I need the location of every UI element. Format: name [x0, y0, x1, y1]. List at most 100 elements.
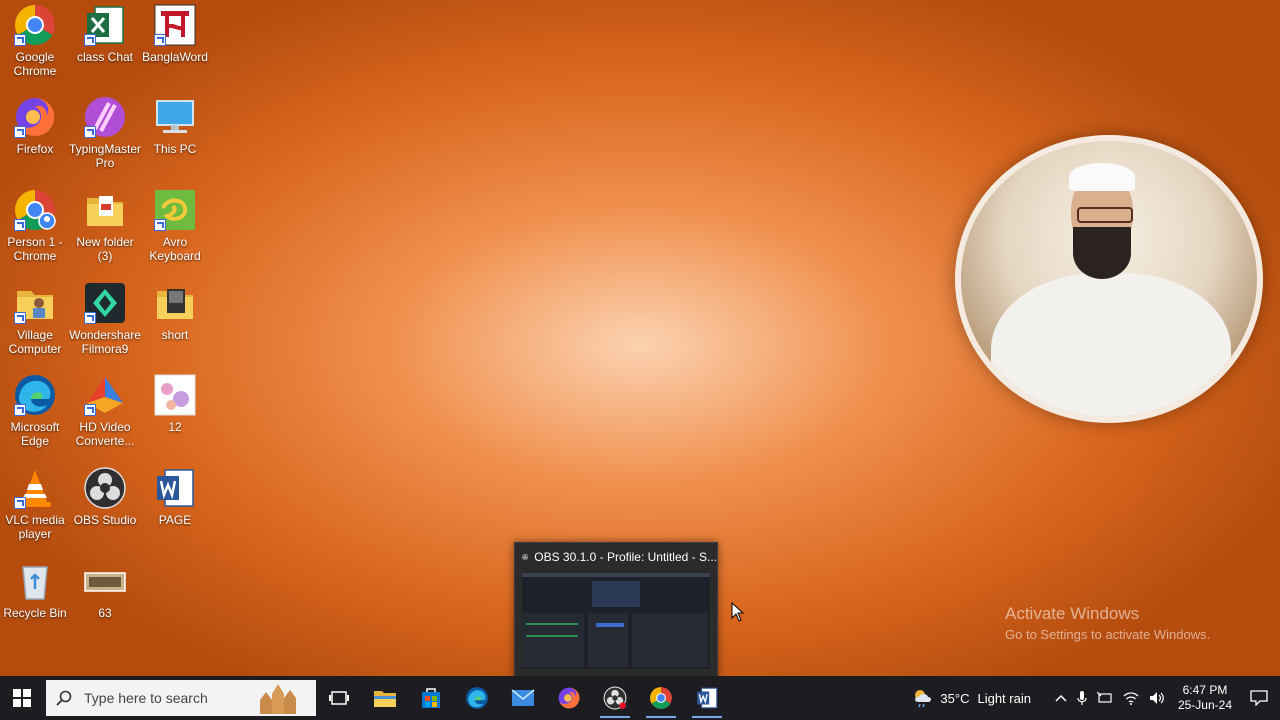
desktop-icon-label: BanglaWord [142, 50, 208, 64]
desktop-icon-label: Microsoft Edge [10, 420, 60, 448]
desktop-icon-label: 12 [168, 420, 182, 434]
desktop-icon-label: Google Chrome [13, 50, 57, 78]
clock-date: 25-Jun-24 [1177, 698, 1232, 712]
recycle-bin-icon [12, 558, 58, 604]
mail-icon [511, 689, 535, 706]
thumbnail-title-bar: OBS 30.1.0 - Profile: Untitled - S... [515, 543, 717, 571]
taskbar-search-box[interactable]: Type here to search [46, 680, 316, 716]
obs-window-thumbnail[interactable]: OBS 30.1.0 - Profile: Untitled - S... [514, 542, 718, 678]
wifi-icon [1123, 692, 1139, 705]
notification-icon [1250, 690, 1268, 706]
desktop-icon-page[interactable]: PAGE [140, 465, 210, 527]
desktop-icon-village-computer[interactable]: Village Computer [0, 280, 70, 356]
desktop-icon-vlc[interactable]: VLC media player [0, 465, 70, 541]
thumbnail-preview [522, 573, 710, 669]
desktop-icon-label: Recycle Bin [3, 606, 67, 620]
taskbar-mail[interactable] [500, 676, 546, 720]
windows-logo-icon [13, 689, 31, 707]
desktop-icon-avro-keyboard[interactable]: Avro Keyboard [140, 187, 210, 263]
taskbar-file-explorer[interactable] [362, 676, 408, 720]
taskbar-firefox[interactable] [546, 676, 592, 720]
desktop-icon-obs-studio[interactable]: OBS Studio [70, 465, 140, 527]
desktop-icon-person1-chrome[interactable]: Person 1 - Chrome [0, 187, 70, 263]
task-view-icon [329, 691, 349, 705]
microphone-tray[interactable] [1072, 676, 1092, 720]
desktop-icon-short[interactable]: short [140, 280, 210, 342]
chevron-up-icon [1055, 694, 1067, 702]
taskbar-word[interactable] [684, 676, 730, 720]
desktop-icon-label: class Chat [76, 50, 134, 64]
video-converter-icon [82, 372, 128, 418]
search-placeholder: Type here to search [84, 690, 208, 706]
desktop-icon-label: Wondershare Filmora9 [69, 328, 141, 356]
store-icon [422, 688, 440, 708]
desktop-icon-12[interactable]: 12 [140, 372, 210, 434]
desktop-icon-label: HD Video Converte... [75, 420, 135, 448]
monitor-icon [152, 94, 198, 140]
clock[interactable]: 6:47 PM 25-Jun-24 [1170, 676, 1240, 720]
desktop-icon-63[interactable]: 63 [70, 558, 140, 620]
word-icon [697, 687, 718, 709]
desktop-icon-label: This PC [153, 142, 197, 156]
firefox-icon [558, 687, 580, 709]
desktop-icon-google-chrome[interactable]: Google Chrome [0, 2, 70, 78]
desktop-icon-typingmaster[interactable]: TypingMaster Pro [68, 94, 142, 170]
desktop-icon-label: short [161, 328, 189, 342]
firefox-icon [12, 94, 58, 140]
folder-icon [12, 280, 58, 326]
desktop-icon-new-folder-3[interactable]: New folder (3) [70, 187, 140, 263]
edge-icon [466, 687, 488, 709]
taskbar-microsoft-store[interactable] [408, 676, 454, 720]
start-button[interactable] [0, 676, 44, 720]
taskbar-obs-studio[interactable] [592, 676, 638, 720]
desktop-icon-label: Firefox [16, 142, 54, 156]
desktop-icon-label: New folder (3) [76, 235, 134, 263]
obs-icon [603, 686, 627, 710]
desktop-icon-recycle-bin[interactable]: Recycle Bin [0, 558, 70, 620]
image-file-icon [82, 558, 128, 604]
task-view-button[interactable] [316, 676, 362, 720]
image-file-icon [152, 372, 198, 418]
speaker-icon [1149, 692, 1164, 704]
show-hidden-icons-button[interactable] [1050, 676, 1072, 720]
notification-center-button[interactable] [1240, 676, 1280, 720]
desktop-icon-this-pc[interactable]: This PC [140, 94, 210, 156]
connection-icon [1096, 691, 1112, 703]
activate-windows-watermark: Activate Windows Go to Settings to activ… [1005, 604, 1210, 642]
desktop-icon-hd-video-converter[interactable]: HD Video Converte... [70, 372, 140, 448]
desktop-icon-microsoft-edge[interactable]: Microsoft Edge [0, 372, 70, 448]
desktop-icon-label: Person 1 - Chrome [7, 235, 63, 263]
desktop-icon-label: Village Computer [8, 328, 62, 356]
desktop-icon-label: 63 [98, 606, 112, 620]
folder-icon [152, 280, 198, 326]
desktop-icon-class-chat[interactable]: class Chat [70, 2, 140, 64]
taskbar-chrome[interactable] [638, 676, 684, 720]
taskbar: Type here to search 35°C Light rain 6:47… [0, 676, 1280, 720]
chrome-profile-icon [12, 187, 58, 233]
word-document-icon [152, 465, 198, 511]
desktop-icon-label: TypingMaster Pro [68, 142, 142, 170]
weather-widget[interactable]: 35°C Light rain [907, 676, 1036, 720]
avro-keyboard-icon [152, 187, 198, 233]
excel-icon [82, 2, 128, 48]
vlc-cone-icon [12, 465, 58, 511]
mouse-cursor-icon [731, 602, 745, 622]
wifi-tray[interactable] [1118, 676, 1144, 720]
chrome-icon [12, 2, 58, 48]
desktop-icon-firefox[interactable]: Firefox [0, 94, 70, 156]
desktop-icon-filmora[interactable]: Wondershare Filmora9 [69, 280, 141, 356]
weather-temp: 35°C [940, 690, 970, 706]
system-tray: 35°C Light rain 6:47 PM 25-Jun-24 [907, 676, 1280, 720]
filmora-icon [82, 280, 128, 326]
desktop-icon-banglaword[interactable]: BanglaWord [140, 2, 210, 64]
connection-tray[interactable] [1092, 676, 1118, 720]
weather-rain-icon [915, 690, 932, 708]
banglaword-icon [152, 2, 198, 48]
desktop-icon-label: OBS Studio [73, 513, 137, 527]
desktop-icon-label: Avro Keyboard [149, 235, 201, 263]
taskbar-edge[interactable] [454, 676, 500, 720]
edge-icon [12, 372, 58, 418]
search-highlight-icon [260, 684, 296, 714]
volume-tray[interactable] [1144, 676, 1170, 720]
activate-subtitle: Go to Settings to activate Windows. [1005, 627, 1211, 642]
